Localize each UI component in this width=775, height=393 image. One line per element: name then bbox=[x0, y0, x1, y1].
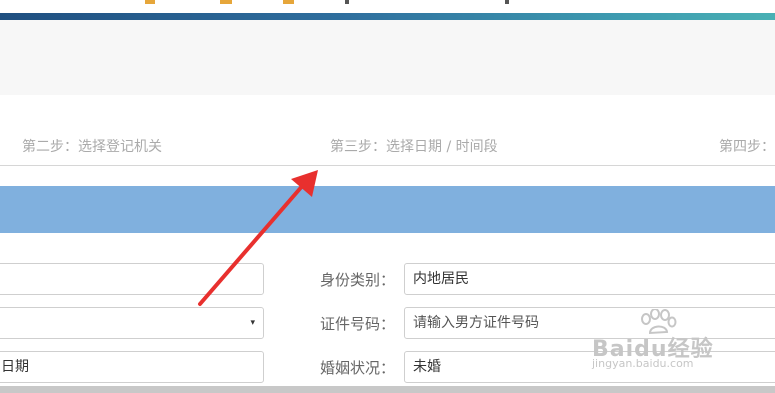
annotation-arrow-icon bbox=[198, 170, 318, 306]
